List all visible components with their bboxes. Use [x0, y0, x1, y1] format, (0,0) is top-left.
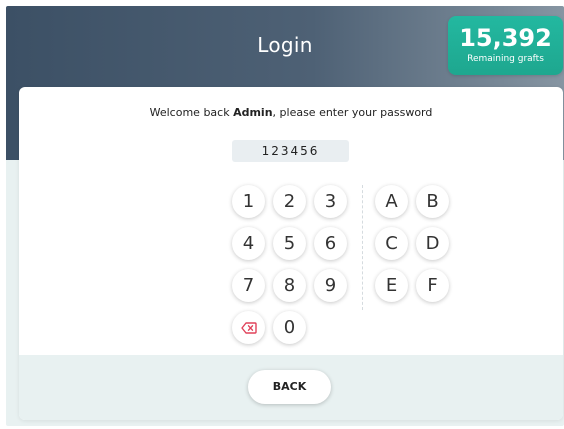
- key-0[interactable]: 0: [273, 311, 306, 344]
- key-4[interactable]: 4: [232, 227, 265, 260]
- welcome-suffix: , please enter your password: [272, 106, 433, 119]
- key-3[interactable]: 3: [314, 185, 347, 218]
- key-e[interactable]: E: [375, 269, 408, 302]
- key-c[interactable]: C: [375, 227, 408, 260]
- back-button[interactable]: BACK: [248, 370, 331, 404]
- key-9[interactable]: 9: [314, 269, 347, 302]
- backspace-icon: [240, 322, 257, 334]
- key-8[interactable]: 8: [273, 269, 306, 302]
- keypad-divider: [362, 185, 363, 310]
- delete-button[interactable]: [232, 311, 265, 344]
- welcome-message: Welcome back Admin, please enter your pa…: [19, 106, 563, 119]
- key-1[interactable]: 1: [232, 185, 265, 218]
- login-screen: Login 15,392 Remaining grafts Welcome ba…: [6, 6, 564, 426]
- key-d[interactable]: D: [416, 227, 449, 260]
- remaining-grafts-label: Remaining grafts: [467, 54, 544, 64]
- password-field[interactable]: 123456: [232, 140, 349, 162]
- key-5[interactable]: 5: [273, 227, 306, 260]
- key-f[interactable]: F: [416, 269, 449, 302]
- key-7[interactable]: 7: [232, 269, 265, 302]
- key-2[interactable]: 2: [273, 185, 306, 218]
- remaining-grafts-badge: 15,392 Remaining grafts: [448, 16, 563, 75]
- welcome-prefix: Welcome back: [149, 106, 234, 119]
- remaining-grafts-value: 15,392: [459, 24, 552, 52]
- login-card: Welcome back Admin, please enter your pa…: [19, 87, 563, 420]
- key-b[interactable]: B: [416, 185, 449, 218]
- welcome-username: Admin: [233, 106, 273, 119]
- key-a[interactable]: A: [375, 185, 408, 218]
- key-6[interactable]: 6: [314, 227, 347, 260]
